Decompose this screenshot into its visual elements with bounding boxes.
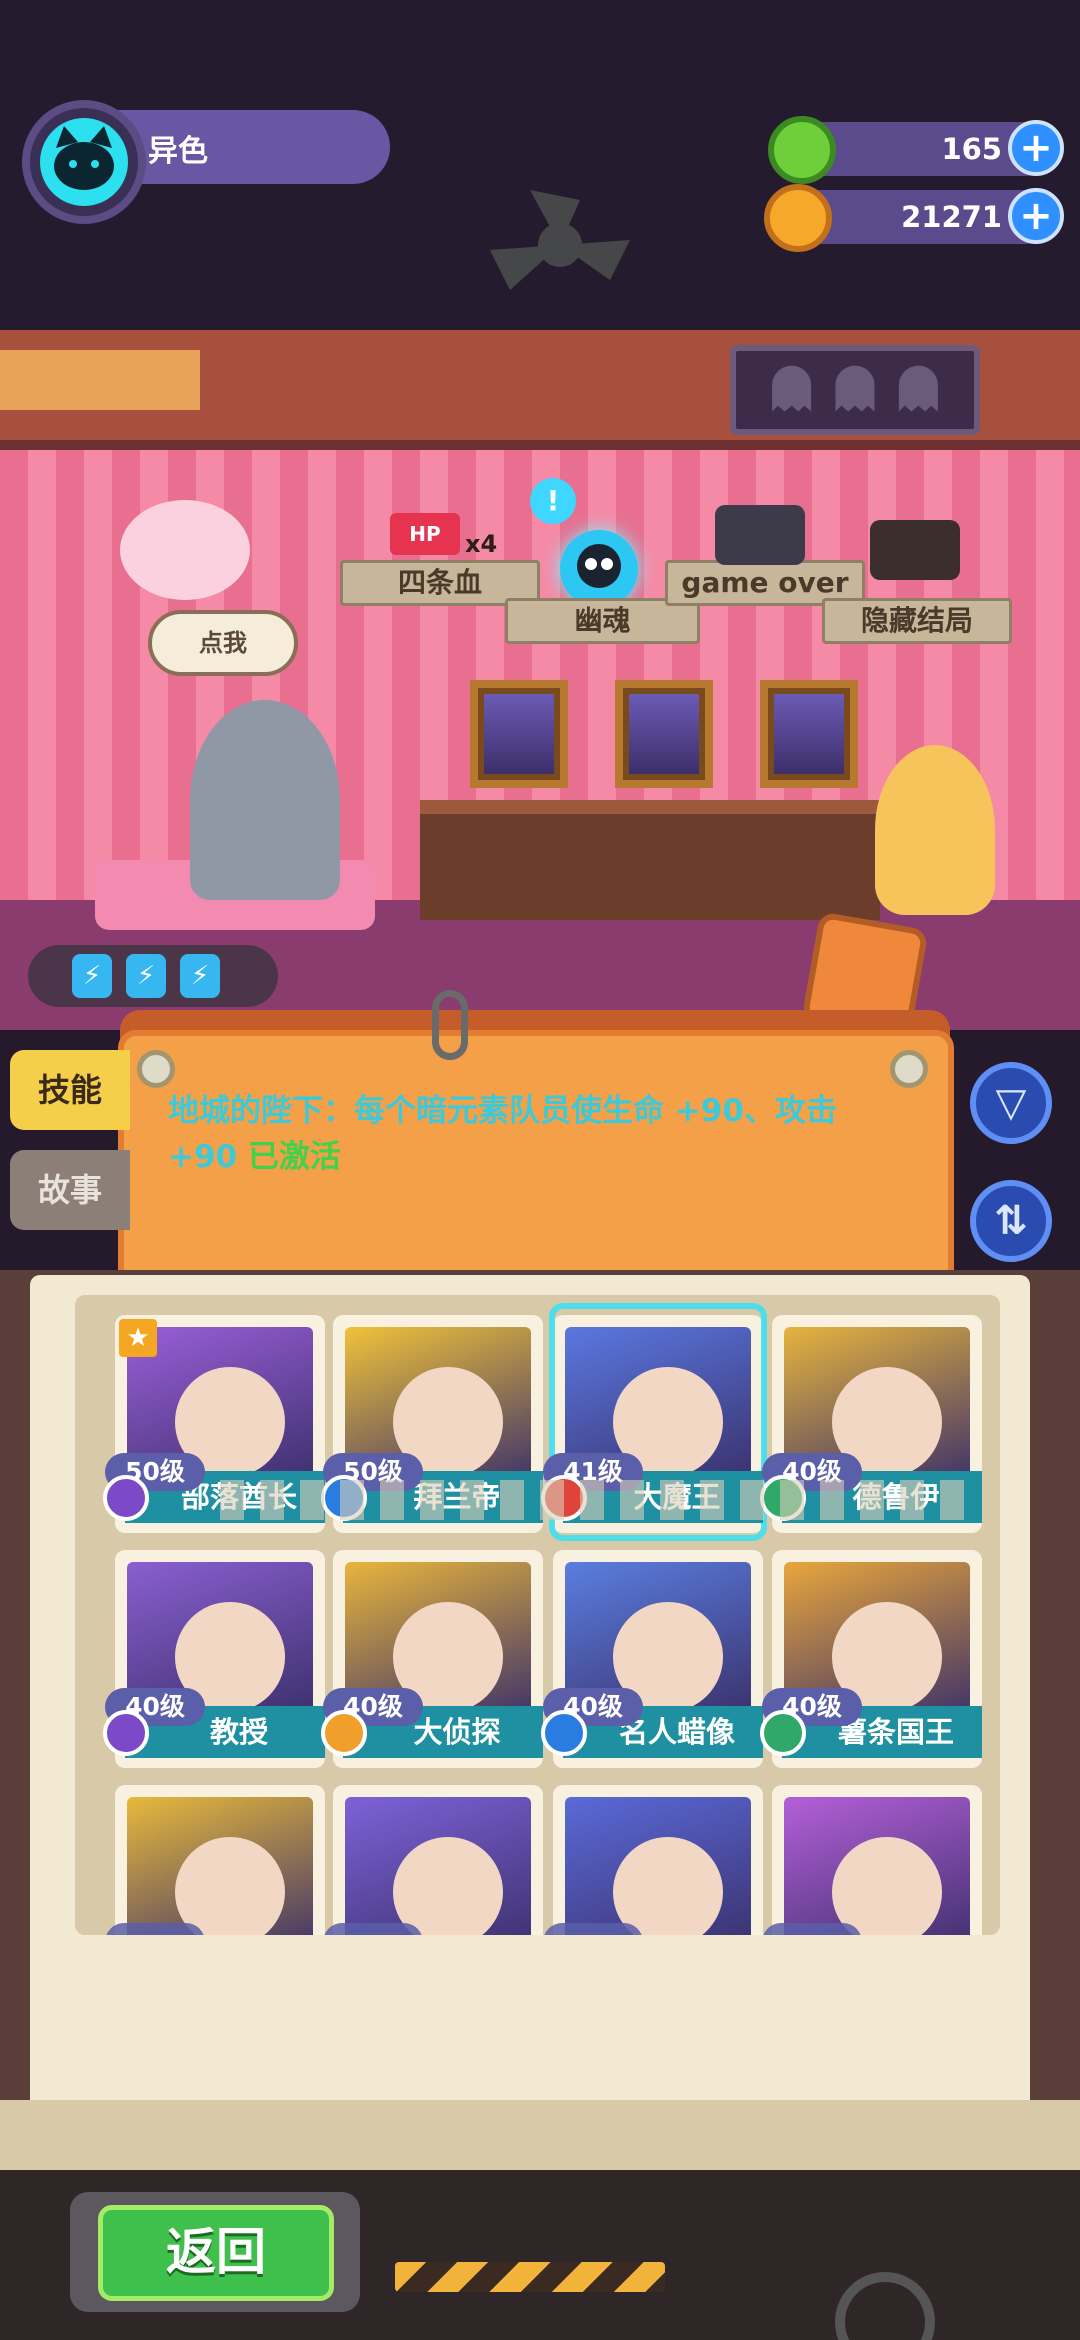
element-class-icon [103, 1710, 149, 1756]
sort-button[interactable]: ⇅ [970, 1180, 1052, 1262]
character-avatar [832, 1837, 942, 1935]
character-card[interactable] [762, 1785, 982, 1935]
character-level [105, 1923, 205, 1935]
sort-icon: ⇅ [994, 1198, 1028, 1244]
character-card[interactable] [323, 1785, 543, 1935]
coin-value: 21271 [901, 200, 1002, 234]
character-card[interactable] [543, 1785, 763, 1935]
portrait-frame-1[interactable] [470, 680, 568, 788]
character-card[interactable] [105, 1785, 325, 1935]
character-card[interactable]: 教授 40级 [103, 1550, 325, 1768]
portrait-frame-3[interactable] [760, 680, 858, 788]
hp-multiplier: x4 [465, 530, 498, 558]
character-card[interactable]: 名人蜡像 40级 [541, 1550, 763, 1768]
gem-value: 165 [941, 132, 1002, 166]
character-level [543, 1923, 643, 1935]
character-level [323, 1923, 423, 1935]
character-avatar [175, 1837, 285, 1935]
pompom-decoration [120, 500, 250, 600]
star-icon: ★ [119, 1319, 157, 1357]
skeleton-girl-character[interactable] [875, 745, 995, 915]
element-class-icon [541, 1710, 587, 1756]
ending-sign-hidden[interactable]: 隐藏结局 [822, 598, 1012, 644]
gem-icon [768, 116, 836, 184]
character-avatar [613, 1837, 723, 1935]
energy-bolt-icon: ⚡ [126, 954, 166, 998]
tab-skill[interactable]: 技能 [10, 1050, 130, 1130]
energy-bolt-icon: ⚡ [180, 954, 220, 998]
hp-badge: HP [390, 513, 460, 555]
ghost-panel-decoration [730, 345, 980, 435]
character-portrait [127, 1797, 313, 1935]
tombstone-tv-icon [715, 505, 805, 565]
alert-badge[interactable]: ! [530, 478, 576, 524]
tab-story[interactable]: 故事 [10, 1150, 130, 1230]
return-button[interactable]: 返回 [98, 2205, 334, 2301]
tap-me-bubble[interactable]: 点我 [148, 610, 298, 676]
avatar[interactable] [40, 118, 128, 206]
hazard-stripe [395, 2262, 665, 2292]
cat-face-icon [54, 126, 114, 190]
book-edge [0, 2100, 1080, 2170]
blurred-hint-text [220, 1480, 980, 1520]
add-coins-button[interactable]: + [1008, 188, 1064, 244]
ghost-icons [772, 365, 938, 412]
character-portrait [784, 1797, 970, 1935]
coin-icon [764, 184, 832, 252]
energy-bolt-icon: ⚡ [72, 954, 112, 998]
skill-status: 已激活 [247, 1139, 341, 1175]
character-portrait [565, 1797, 751, 1935]
dresser [420, 800, 880, 920]
tv-icon [870, 520, 960, 580]
character-level [762, 1923, 862, 1935]
character-card[interactable]: 薯条国王 40级 [760, 1550, 982, 1768]
ghost-skull-icon[interactable] [560, 530, 638, 608]
skill-description: 地城的陛下：每个暗元素队员使生命 +90、攻击 +90 已激活 [168, 1088, 908, 1180]
filter-icon: ▽ [995, 1080, 1027, 1126]
vampire-character[interactable] [190, 700, 340, 900]
character-card[interactable]: 大侦探 40级 [321, 1550, 543, 1768]
portrait-frame-2[interactable] [615, 680, 713, 788]
pin-icon [137, 1050, 175, 1088]
element-class-icon [321, 1710, 367, 1756]
character-grid[interactable]: ★部落酋长50级拜兰帝50级大魔王41级德鲁伊40级教授40级大侦探40级名人蜡… [75, 1295, 1000, 1935]
pin-icon [890, 1050, 928, 1088]
profile-name: 异色 [148, 134, 208, 169]
character-portrait [345, 1797, 531, 1935]
add-gems-button[interactable]: + [1008, 120, 1064, 176]
element-class-icon [103, 1475, 149, 1521]
element-class-icon [760, 1710, 806, 1756]
character-avatar [393, 1837, 503, 1935]
vent-decoration [0, 350, 200, 410]
filter-button[interactable]: ▽ [970, 1062, 1052, 1144]
paper-clip-icon [432, 990, 468, 1060]
ceiling-fan-icon [490, 190, 630, 290]
